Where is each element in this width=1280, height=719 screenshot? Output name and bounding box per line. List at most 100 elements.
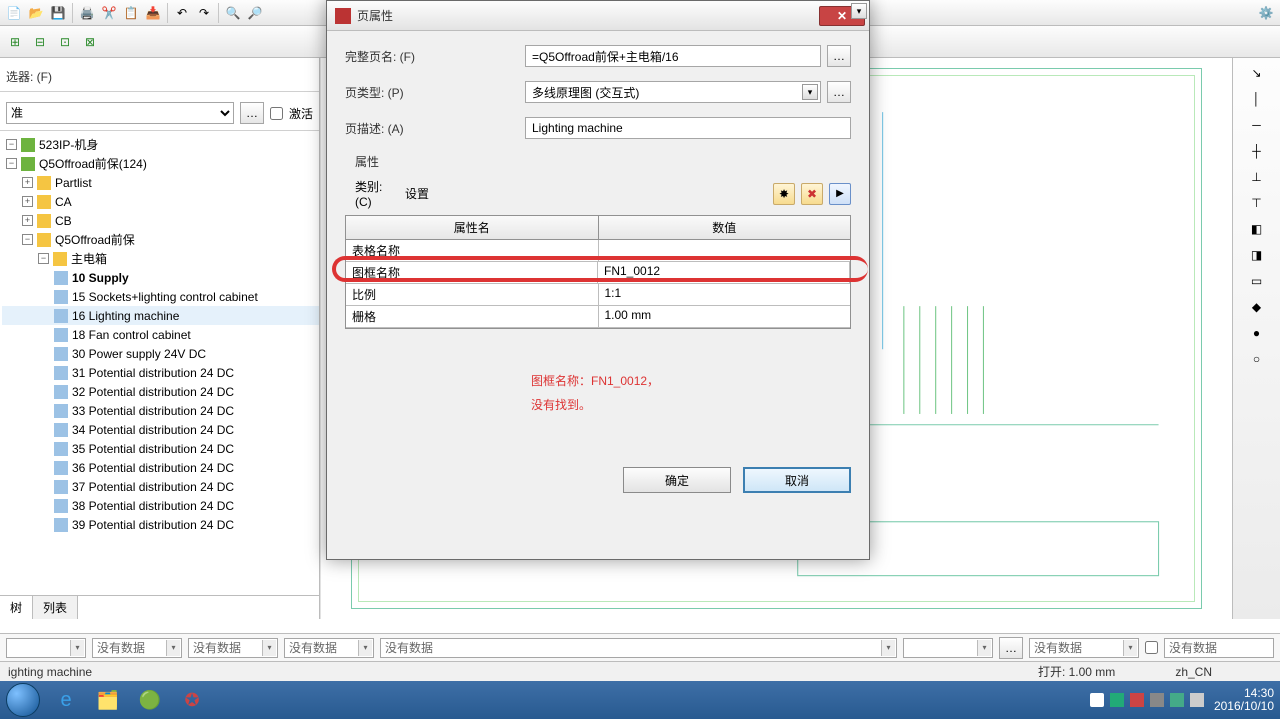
page-desc-field[interactable]: Lighting machine bbox=[525, 117, 851, 139]
right-palette: ↘ │ ─ ┼ ⊥ ⊤ ◧ ◨ ▭ ◆ ● ○ bbox=[1232, 58, 1280, 619]
new-property-button[interactable]: ✸ bbox=[773, 183, 795, 205]
table-row[interactable]: 栅格1.00 mm bbox=[346, 306, 850, 328]
page-type-combo[interactable]: 多线原理图 (交互式)▾ bbox=[525, 81, 821, 103]
taskbar-ie-icon[interactable]: e bbox=[46, 685, 86, 715]
palette-icon[interactable]: ◧ bbox=[1246, 218, 1268, 240]
tree-page[interactable]: 18 Fan control cabinet bbox=[2, 325, 319, 344]
zoom-out-icon[interactable]: 🔎 bbox=[245, 3, 265, 23]
page-type-browse-button[interactable]: … bbox=[827, 81, 851, 103]
taskbar-clock[interactable]: 14:30 2016/10/10 bbox=[1214, 687, 1274, 713]
tree-page[interactable]: 38 Potential distribution 24 DC bbox=[2, 496, 319, 515]
tree-page[interactable]: 34 Potential distribution 24 DC bbox=[2, 420, 319, 439]
tray-icon bbox=[1110, 693, 1124, 707]
zoom-in-icon[interactable]: 🔍 bbox=[223, 3, 243, 23]
open-icon[interactable]: 📂 bbox=[26, 3, 46, 23]
status-combo[interactable]: 没有数据▾ bbox=[284, 638, 374, 658]
full-page-field[interactable]: =Q5Offroad前保+主电箱/16 bbox=[525, 45, 821, 67]
tab-tree[interactable]: 树 bbox=[0, 596, 33, 619]
chevron-down-icon[interactable]: ▾ bbox=[802, 84, 818, 100]
component4-icon[interactable]: ⊠ bbox=[79, 31, 101, 53]
palette-icon[interactable]: ┼ bbox=[1246, 140, 1268, 162]
table-row-highlight[interactable]: 图框名称FN1_0012 bbox=[346, 262, 850, 284]
palette-icon[interactable]: ↘ bbox=[1246, 62, 1268, 84]
cut-icon[interactable]: ✂️ bbox=[99, 3, 119, 23]
tree-page[interactable]: 31 Potential distribution 24 DC bbox=[2, 363, 319, 382]
status-combo[interactable]: 没有数据▾ bbox=[1029, 638, 1139, 658]
filter-more-button[interactable]: … bbox=[240, 102, 264, 124]
full-page-label: 完整页名: (F) bbox=[345, 48, 525, 65]
component2-icon[interactable]: ⊟ bbox=[29, 31, 51, 53]
tree-page[interactable]: 39 Potential distribution 24 DC bbox=[2, 515, 319, 534]
component-icon[interactable]: ⊞ bbox=[4, 31, 26, 53]
palette-icon[interactable]: ⊥ bbox=[1246, 166, 1268, 188]
expand-icon[interactable]: − bbox=[6, 158, 17, 169]
toolbar-extra-icon[interactable]: ⚙️ bbox=[1256, 3, 1276, 23]
print-icon[interactable]: 🖨️ bbox=[77, 3, 97, 23]
tree-page[interactable]: 15 Sockets+lighting control cabinet bbox=[2, 287, 319, 306]
annotation-text: 图框名称：FN1_0012， 没有找到。 bbox=[531, 369, 851, 417]
tree-page[interactable]: 33 Potential distribution 24 DC bbox=[2, 401, 319, 420]
component3-icon[interactable]: ⊡ bbox=[54, 31, 76, 53]
new-icon[interactable]: 📄 bbox=[4, 3, 24, 23]
tab-list[interactable]: 列表 bbox=[33, 596, 78, 619]
category-label: 类别: (C) bbox=[355, 178, 399, 209]
next-button[interactable]: ▶ bbox=[829, 183, 851, 205]
tree-page[interactable]: 36 Potential distribution 24 DC bbox=[2, 458, 319, 477]
page-icon bbox=[54, 328, 68, 342]
palette-icon[interactable]: ⊤ bbox=[1246, 192, 1268, 214]
full-page-browse-button[interactable]: … bbox=[827, 45, 851, 67]
palette-icon[interactable]: ◆ bbox=[1246, 296, 1268, 318]
dialog-title: 页属性 bbox=[357, 7, 819, 24]
palette-icon[interactable]: ● bbox=[1246, 322, 1268, 344]
ok-button[interactable]: 确定 bbox=[623, 467, 731, 493]
status-more-button[interactable]: … bbox=[999, 637, 1023, 659]
category-combo[interactable]: 设置▾ bbox=[405, 185, 565, 202]
start-button[interactable] bbox=[6, 683, 40, 717]
tray-icons[interactable] bbox=[1090, 693, 1204, 707]
cancel-button[interactable]: 取消 bbox=[743, 467, 851, 493]
tree-page[interactable]: 30 Power supply 24V DC bbox=[2, 344, 319, 363]
taskbar-app-icon[interactable]: ✪ bbox=[172, 685, 212, 715]
status-combo[interactable]: 没有数据▾ bbox=[380, 638, 897, 658]
page-icon bbox=[54, 423, 68, 437]
page-tree[interactable]: −523IP-机身 −Q5Offroad前保(124) +Partlist +C… bbox=[0, 131, 319, 595]
folder-icon bbox=[37, 195, 51, 209]
page-icon bbox=[54, 309, 68, 323]
delete-property-button[interactable]: ✖ bbox=[801, 183, 823, 205]
table-row[interactable]: 比例1:1 bbox=[346, 284, 850, 306]
palette-icon[interactable]: ◨ bbox=[1246, 244, 1268, 266]
status-combo[interactable]: ▾ bbox=[6, 638, 86, 658]
status-checkbox[interactable] bbox=[1145, 641, 1158, 654]
status-combo[interactable]: 没有数据 bbox=[1164, 638, 1274, 658]
project-icon bbox=[21, 138, 35, 152]
page-icon bbox=[54, 271, 68, 285]
activate-label: 激活 bbox=[289, 105, 313, 122]
status-left: ighting machine bbox=[8, 665, 92, 679]
tree-page[interactable]: 10 Supply bbox=[2, 268, 319, 287]
palette-icon[interactable]: ─ bbox=[1246, 114, 1268, 136]
redo-icon[interactable]: ↷ bbox=[194, 3, 214, 23]
taskbar-chrome-icon[interactable]: 🟢 bbox=[130, 685, 170, 715]
palette-icon[interactable]: ○ bbox=[1246, 348, 1268, 370]
taskbar-explorer-icon[interactable]: 🗂️ bbox=[88, 685, 128, 715]
tree-page[interactable]: 37 Potential distribution 24 DC bbox=[2, 477, 319, 496]
expand-icon[interactable]: − bbox=[6, 139, 17, 150]
page-properties-dialog: 页属性 ✕ 完整页名: (F) =Q5Offroad前保+主电箱/16 … 页类… bbox=[326, 0, 870, 560]
copy-icon[interactable]: 📋 bbox=[121, 3, 141, 23]
paste-icon[interactable]: 📥 bbox=[143, 3, 163, 23]
tree-page[interactable]: 32 Potential distribution 24 DC bbox=[2, 382, 319, 401]
tree-page-selected[interactable]: 16 Lighting machine bbox=[2, 306, 319, 325]
table-row[interactable]: 表格名称 bbox=[346, 240, 850, 262]
status-combo[interactable]: 没有数据▾ bbox=[188, 638, 278, 658]
chevron-down-icon[interactable]: ▾ bbox=[851, 3, 867, 19]
status-combo[interactable]: 没有数据▾ bbox=[92, 638, 182, 658]
undo-icon[interactable]: ↶ bbox=[172, 3, 192, 23]
activate-checkbox[interactable] bbox=[270, 107, 283, 120]
save-icon[interactable]: 💾 bbox=[48, 3, 68, 23]
status-combo[interactable]: ▾ bbox=[903, 638, 993, 658]
col-value: 数值 bbox=[599, 216, 851, 239]
palette-icon[interactable]: ▭ bbox=[1246, 270, 1268, 292]
filter-select[interactable]: 准 bbox=[6, 102, 234, 124]
tree-page[interactable]: 35 Potential distribution 24 DC bbox=[2, 439, 319, 458]
palette-icon[interactable]: │ bbox=[1246, 88, 1268, 110]
